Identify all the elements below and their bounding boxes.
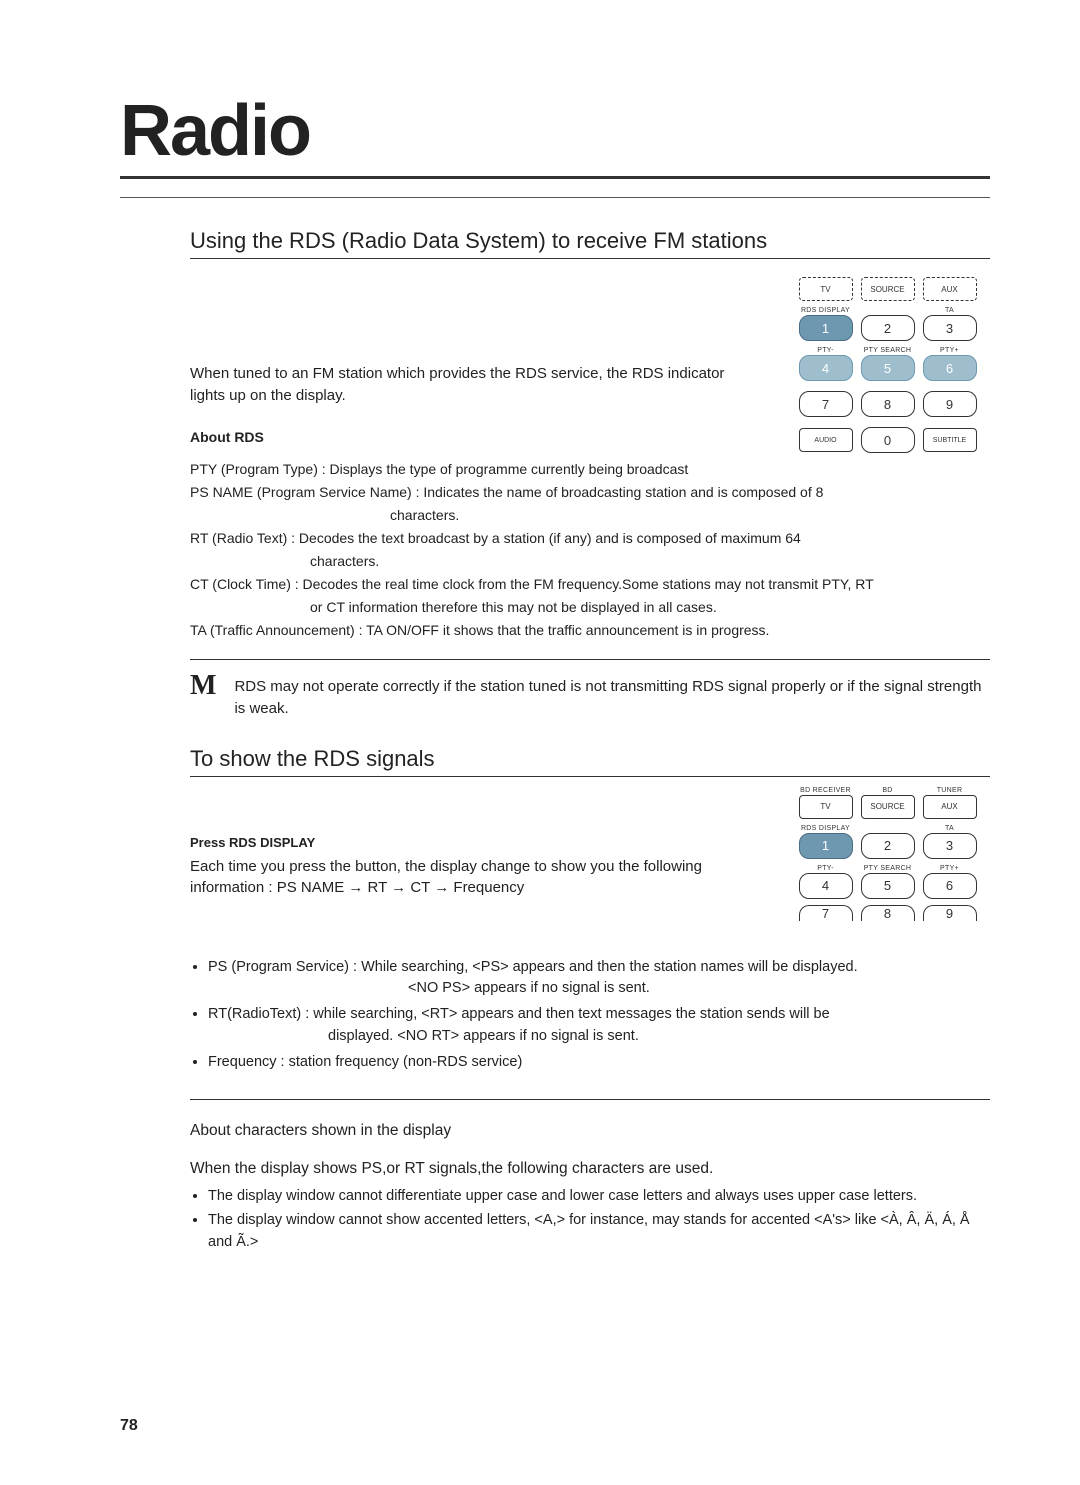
- remote2-top-labels: BD RECEIVER BD TUNER: [785, 787, 990, 794]
- show-placeholder: [190, 795, 755, 817]
- remote-row: 1 2 3: [785, 833, 990, 859]
- intro-placeholder: [190, 277, 755, 347]
- heading-show-rds: To show the RDS signals: [190, 746, 990, 772]
- remote-illustration-1: TV SOURCE AUX RDS DISPLAY TA 1 2 3 PTY- …: [785, 277, 990, 459]
- num-8-button: 8: [861, 391, 915, 417]
- about-chars-heading: About characters shown in the display: [190, 1122, 990, 1140]
- show-left: Press RDS DISPLAY Each time you press th…: [190, 795, 755, 927]
- bd-label: BD: [861, 787, 915, 794]
- remote-labels: RDS DISPLAY TA: [785, 307, 990, 314]
- num-5-button: 5: [861, 355, 915, 381]
- aux-button: AUX: [923, 277, 977, 301]
- num-1-button: 1: [799, 315, 853, 341]
- source-button-2: SOURCE: [861, 795, 915, 819]
- def-pty: PTY (Program Type) : Displays the type o…: [190, 459, 990, 480]
- each-time-text: Each time you press the button, the disp…: [190, 856, 755, 900]
- num-6-button: 6: [923, 355, 977, 381]
- remote-row: 1 2 3: [785, 315, 990, 341]
- num-7-button: 7: [799, 391, 853, 417]
- num-0-button: 0: [861, 427, 915, 453]
- pty-minus-label-2: PTY-: [799, 865, 853, 872]
- page-title: Radio: [120, 90, 990, 172]
- num-9-button: 9: [923, 391, 977, 417]
- rds-display-label: RDS DISPLAY: [799, 307, 853, 314]
- def-ps2: characters.: [190, 505, 990, 526]
- when-tuned-text: When tuned to an FM station which provid…: [190, 363, 755, 407]
- rds-definitions: PTY (Program Type) : Displays the type o…: [190, 459, 990, 641]
- heading-using-rds: Using the RDS (Radio Data System) to rec…: [190, 228, 990, 254]
- num-5-button-2: 5: [861, 873, 915, 899]
- lower-bullet-2: The display window cannot show accented …: [208, 1210, 990, 1254]
- num-1-button-2: 1: [799, 833, 853, 859]
- subtitle-button: SUBTITLE: [923, 428, 977, 452]
- page-number: 78: [120, 1417, 138, 1435]
- remote-row: 4 5 6: [785, 355, 990, 381]
- remote2-pty-labels: PTY- PTY SEARCH PTY+: [785, 865, 990, 872]
- about-rds-label: About RDS: [190, 429, 755, 445]
- rds-display-label-2: RDS DISPLAY: [799, 825, 853, 832]
- manual-page: Radio Using the RDS (Radio Data System) …: [0, 0, 1080, 1485]
- note-rule-top: [190, 659, 990, 660]
- pty-search-label: PTY SEARCH: [861, 347, 915, 354]
- row-intro: When tuned to an FM station which provid…: [190, 277, 990, 459]
- when-display-text: When the display shows PS,or RT signals,…: [190, 1160, 990, 1178]
- note-icon: M: [190, 672, 216, 700]
- def-ct1: CT (Clock Time) : Decodes the real time …: [190, 574, 990, 595]
- note-block: M RDS may not operate correctly if the s…: [190, 672, 990, 720]
- tv-button: TV: [799, 277, 853, 301]
- num-2-button-2: 2: [861, 833, 915, 859]
- num-6-button-2: 6: [923, 873, 977, 899]
- def-rt1: RT (Radio Text) : Decodes the text broad…: [190, 528, 990, 549]
- intro-left: When tuned to an FM station which provid…: [190, 277, 755, 459]
- press-rds-display-label: Press RDS DISPLAY: [190, 835, 755, 850]
- lower-bullets: The display window cannot differentiate …: [190, 1186, 990, 1253]
- main-content: Using the RDS (Radio Data System) to rec…: [120, 228, 990, 1254]
- num-3-button-2: 3: [923, 833, 977, 859]
- pty-minus-label: PTY-: [799, 347, 853, 354]
- pty-plus-label-2: PTY+: [923, 865, 977, 872]
- num-7-button-2: 7: [799, 905, 853, 921]
- pty-plus-label: PTY+: [923, 347, 977, 354]
- remote-illustration-2: BD RECEIVER BD TUNER TV SOURCE AUX RDS D…: [785, 787, 990, 927]
- num-4-button: 4: [799, 355, 853, 381]
- remote-row: 7 8 9: [785, 905, 990, 921]
- remote-row: TV SOURCE AUX: [785, 795, 990, 819]
- row-show: Press RDS DISPLAY Each time you press th…: [190, 795, 990, 927]
- def-ps1: PS NAME (Program Service Name) : Indicat…: [190, 482, 990, 503]
- bullet-freq: Frequency : station frequency (non-RDS s…: [208, 1052, 990, 1074]
- num-2-button: 2: [861, 315, 915, 341]
- def-rt2: characters.: [190, 551, 990, 572]
- tuner-label: TUNER: [923, 787, 977, 794]
- ta-label-2: TA: [923, 825, 977, 832]
- remote-row: TV SOURCE AUX: [785, 277, 990, 301]
- bd-receiver-label: BD RECEIVER: [799, 787, 853, 794]
- num-4-button-2: 4: [799, 873, 853, 899]
- show-bullets: PS (Program Service) : While searching, …: [190, 957, 990, 1074]
- sub-rule: [120, 197, 990, 198]
- remote-row: 7 8 9: [785, 391, 990, 417]
- audio-button: AUDIO: [799, 428, 853, 452]
- bullet-ps: PS (Program Service) : While searching, …: [208, 957, 990, 1001]
- num-8-button-2: 8: [861, 905, 915, 921]
- remote-pty-labels: PTY- PTY SEARCH PTY+: [785, 347, 990, 354]
- pty-search-label-2: PTY SEARCH: [861, 865, 915, 872]
- lower-bullet-1: The display window cannot differentiate …: [208, 1186, 990, 1208]
- def-ct2: or CT information therefore this may not…: [190, 597, 990, 618]
- lower-rule: [190, 1099, 990, 1100]
- h2-rule-1: [190, 258, 990, 259]
- remote-row: 4 5 6: [785, 873, 990, 899]
- ta-label: TA: [923, 307, 977, 314]
- tv-button-2: TV: [799, 795, 853, 819]
- remote2-mid-labels: RDS DISPLAY TA: [785, 825, 990, 832]
- title-rule: [120, 176, 990, 179]
- def-ta: TA (Traffic Announcement) : TA ON/OFF it…: [190, 620, 990, 641]
- note-text: RDS may not operate correctly if the sta…: [234, 672, 990, 720]
- bullet-rt: RT(RadioText) : while searching, <RT> ap…: [208, 1004, 990, 1048]
- num-9-button-2: 9: [923, 905, 977, 921]
- num-3-button: 3: [923, 315, 977, 341]
- source-button: SOURCE: [861, 277, 915, 301]
- h2-rule-2: [190, 776, 990, 777]
- remote-row: AUDIO 0 SUBTITLE: [785, 427, 990, 453]
- aux-button-2: AUX: [923, 795, 977, 819]
